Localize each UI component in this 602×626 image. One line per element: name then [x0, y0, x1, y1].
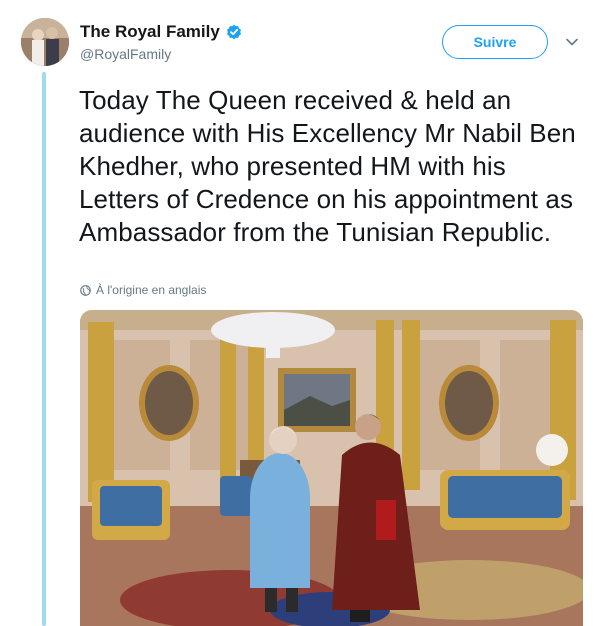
verified-badge-icon: [226, 24, 241, 40]
thread-connector-line: [42, 72, 46, 626]
chevron-down-icon[interactable]: [565, 35, 579, 49]
tweet-media-photo[interactable]: [80, 310, 583, 626]
globe-icon: [80, 284, 91, 296]
author-handle[interactable]: @RoyalFamily: [80, 46, 242, 62]
tweet-text: Today The Queen received & held an audie…: [79, 85, 576, 247]
photo-scene: [80, 310, 583, 626]
tweet-header: The Royal Family @RoyalFamily: [80, 22, 242, 62]
author-display-name[interactable]: The Royal Family: [80, 22, 220, 42]
avatar-photo-icon: [21, 18, 69, 66]
translation-note[interactable]: À l'origine en anglais: [80, 283, 206, 297]
author-avatar[interactable]: [21, 18, 69, 66]
translation-note-label: À l'origine en anglais: [96, 283, 207, 297]
follow-button[interactable]: Suivre: [442, 25, 548, 59]
